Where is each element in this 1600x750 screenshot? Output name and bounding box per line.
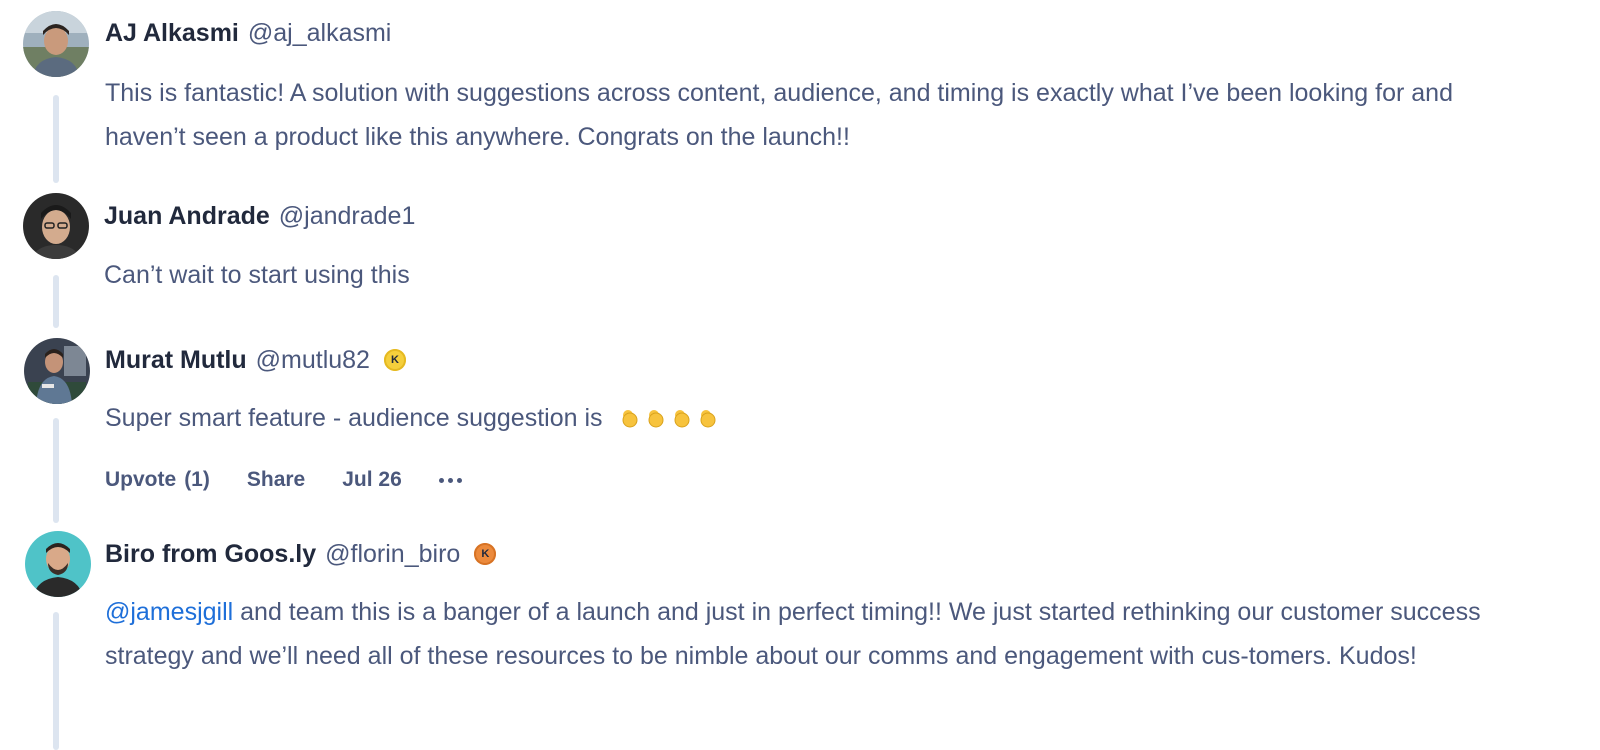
- comment-body: This is fantastic! A solution with sugge…: [105, 79, 1453, 151]
- avatar[interactable]: [24, 338, 90, 404]
- ok-hand-icon: [622, 410, 638, 428]
- karma-badge-icon: K: [474, 543, 497, 565]
- comment-date[interactable]: Jul 26: [342, 468, 402, 492]
- comment-text: and team this is a banger of a launch an…: [105, 598, 1481, 670]
- thread-line: [53, 95, 59, 183]
- author-name[interactable]: Biro from Goos.ly: [105, 540, 316, 569]
- ok-hand-emoji-group: [615, 404, 719, 432]
- author-name[interactable]: Juan Andrade: [104, 202, 270, 231]
- thread-line: [53, 418, 59, 523]
- author-handle[interactable]: @aj_alkasmi: [248, 19, 391, 48]
- author-handle[interactable]: @jandrade1: [279, 202, 416, 231]
- thread-line: [53, 612, 59, 750]
- upvote-button[interactable]: Upvote (1): [105, 468, 210, 492]
- share-button[interactable]: Share: [247, 468, 305, 492]
- comment-body: Can’t wait to start using this: [104, 261, 410, 289]
- more-options-icon[interactable]: [438, 477, 462, 483]
- thread-line: [53, 275, 59, 328]
- comment-header: Murat Mutlu @mutlu82 K: [105, 343, 406, 377]
- avatar[interactable]: [23, 193, 89, 259]
- avatar[interactable]: [25, 531, 91, 597]
- author-handle[interactable]: @florin_biro: [325, 540, 460, 569]
- comment-thread: AJ Alkasmi @aj_alkasmi This is fantastic…: [0, 0, 1600, 750]
- author-name[interactable]: Murat Mutlu: [105, 346, 247, 375]
- author-name[interactable]: AJ Alkasmi: [105, 19, 239, 48]
- comment-header: Biro from Goos.ly @florin_biro K: [105, 537, 497, 571]
- comment-header: AJ Alkasmi @aj_alkasmi: [105, 16, 391, 50]
- comment-body: Super smart feature - audience suggestio…: [105, 396, 1525, 440]
- author-handle[interactable]: @mutlu82: [256, 346, 370, 375]
- karma-badge-icon: K: [383, 349, 406, 371]
- comment-body: @jamesjgill and team this is a banger of…: [105, 590, 1485, 678]
- comment-actions: Upvote (1) Share Jul 26: [105, 466, 499, 494]
- upvote-label: Upvote: [105, 468, 177, 491]
- upvote-count: (1): [184, 468, 210, 491]
- ok-hand-icon: [648, 410, 664, 428]
- ok-hand-icon: [700, 410, 716, 428]
- mention-link[interactable]: @jamesjgill: [105, 598, 233, 626]
- comment-text: Super smart feature - audience suggestio…: [105, 404, 603, 432]
- comment-header: Juan Andrade @jandrade1: [104, 199, 415, 233]
- avatar[interactable]: [23, 11, 89, 77]
- ok-hand-icon: [674, 410, 690, 428]
